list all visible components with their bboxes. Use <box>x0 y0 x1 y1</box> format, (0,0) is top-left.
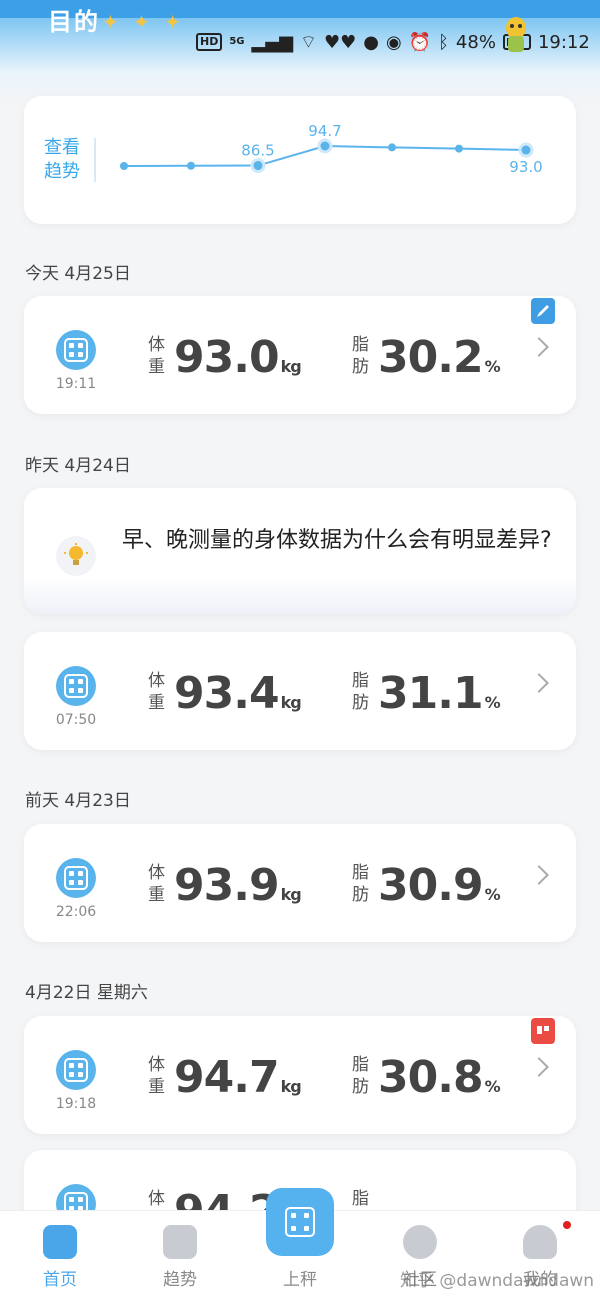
battery-percent: 48% <box>455 31 496 53</box>
edit-tag-icon[interactable] <box>531 298 555 324</box>
nav-weigh-label: 上秤 <box>283 1270 317 1290</box>
trend-card[interactable]: 查看 趋势 86.5 94.7 93.0 <box>24 96 576 224</box>
record-time: 19:11 <box>55 376 97 392</box>
tip-text: 早、晚测量的身体数据为什么会有明显差异? <box>122 528 552 553</box>
fat-label: 脂肪 <box>352 335 369 377</box>
trend-point <box>317 138 333 154</box>
weight-label: 体重 <box>148 863 165 905</box>
nav-home-label: 首页 <box>43 1270 77 1290</box>
fat-value: 30.2% <box>378 332 501 383</box>
chevron-right-icon[interactable] <box>529 337 549 357</box>
fat-label: 脂肪 <box>352 671 369 713</box>
scale-icon <box>56 666 96 706</box>
section-today: 今天 4月25日 <box>25 264 131 284</box>
chevron-right-icon[interactable] <box>529 1057 549 1077</box>
greeting-text: 目的 <box>48 8 100 36</box>
weight-value: 93.0 kg <box>174 332 302 383</box>
record-card[interactable]: 19:11 体重 93.0 kg 脂肪 30.2% <box>24 296 576 414</box>
trend-point <box>518 142 534 158</box>
record-time: 07:50 <box>55 712 97 728</box>
fat-label: 脂肪 <box>352 1055 369 1097</box>
section-day-before: 前天 4月23日 <box>25 791 131 811</box>
section-apr22: 4月22日 星期六 <box>25 983 148 1003</box>
alarm-icon: ⏰ <box>408 31 432 53</box>
hd-icon: HD <box>196 33 223 51</box>
trend-point <box>455 144 463 153</box>
fat-value: 31.1% <box>378 668 501 719</box>
flag-tag-icon[interactable] <box>531 1018 555 1044</box>
compass-icon <box>403 1225 437 1259</box>
watermark: 知乎 @dawndawndawn <box>400 1271 595 1291</box>
trend-value-label: 94.7 <box>308 122 341 140</box>
trend-label-line1: 查看 <box>44 137 80 158</box>
weight-label: 体重 <box>148 671 165 713</box>
weigh-button[interactable] <box>266 1188 334 1256</box>
status-bar: HD 5G ▂▄▆ ⌔ ♥♥ ● ◉ ⏰ ᛒ 48% 19:12 <box>196 28 590 56</box>
chevron-right-icon[interactable] <box>529 865 549 885</box>
profile-icon <box>523 1225 557 1259</box>
mascot-icon <box>506 17 526 52</box>
lightbulb-icon <box>56 536 96 576</box>
eye-icon: ◉ <box>385 31 402 53</box>
record-card[interactable]: 19:18 体重 94.7 kg 脂肪 30.8% <box>24 1016 576 1134</box>
weight-value: 94.7 kg <box>174 1052 302 1103</box>
clock: 19:12 <box>537 31 590 53</box>
tip-card[interactable]: 早、晚测量的身体数据为什么会有明显差异? <box>24 488 576 614</box>
chevron-right-icon[interactable] <box>529 673 549 693</box>
trend-point <box>120 162 128 170</box>
fat-label: 脂肪 <box>352 863 369 905</box>
trend-point <box>388 143 396 152</box>
wifi-icon: ⌔ <box>300 31 317 53</box>
weight-label: 体重 <box>148 1055 165 1097</box>
scale-icon <box>56 858 96 898</box>
trend-point <box>250 158 266 174</box>
nav-trend-label: 趋势 <box>163 1270 197 1290</box>
trend-label-line2: 趋势 <box>44 161 80 182</box>
record-time: 19:18 <box>55 1096 97 1112</box>
nav-weigh[interactable]: 上秤 <box>260 1265 340 1290</box>
trend-sparkline: 86.5 94.7 93.0 <box>120 122 543 176</box>
bluetooth-icon: ᛒ <box>438 31 449 53</box>
scale-icon <box>56 1050 96 1090</box>
section-yesterday: 昨天 4月24日 <box>25 456 131 476</box>
fat-value: 30.9% <box>378 860 501 911</box>
trend-value-label: 86.5 <box>241 142 274 160</box>
view-trend-link[interactable]: 查看 趋势 <box>40 136 84 184</box>
divider <box>94 138 96 182</box>
record-card[interactable]: 22:06 体重 93.9 kg 脂肪 30.9% <box>24 824 576 942</box>
trend-point <box>187 161 195 170</box>
stars-decoration: ✦ ✦ ✦ <box>102 10 185 34</box>
weight-label: 体重 <box>148 335 165 377</box>
signal-5g-icon: 5G <box>229 36 245 47</box>
record-card[interactable]: 07:50 体重 93.4 kg 脂肪 31.1% <box>24 632 576 750</box>
signal-bars-icon: ▂▄▆ <box>251 31 294 53</box>
trend-icon <box>163 1225 197 1259</box>
weight-value: 93.9 kg <box>174 860 302 911</box>
scale-icon <box>56 330 96 370</box>
nav-home[interactable]: 首页 <box>20 1225 100 1290</box>
fat-value: 30.8% <box>378 1052 501 1103</box>
app-notification-icon: ♥♥ <box>323 31 357 53</box>
chat-icon: ● <box>363 31 379 53</box>
nav-trend[interactable]: 趋势 <box>140 1225 220 1290</box>
record-time: 22:06 <box>55 904 97 920</box>
notification-dot <box>563 1221 571 1229</box>
scale-icon <box>280 1202 320 1242</box>
trend-value-label: 93.0 <box>509 158 542 176</box>
weight-value: 93.4 kg <box>174 668 302 719</box>
home-icon <box>43 1225 77 1259</box>
